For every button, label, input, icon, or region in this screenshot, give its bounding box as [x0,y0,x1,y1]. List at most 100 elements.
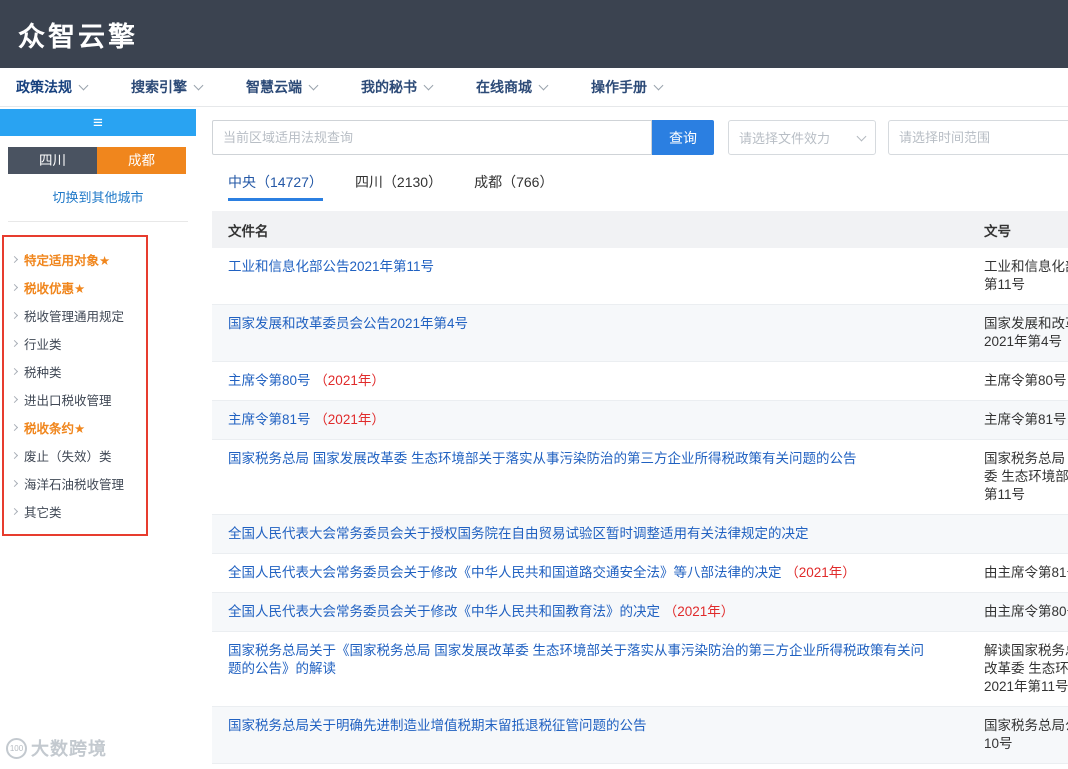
doc-number-cell: 由主席令第80号公布 [984,604,1068,619]
table-row: 全国人民代表大会常务委员会关于授权国务院在自由贸易试验区暂时调整适用有关法律规定… [212,515,1068,554]
result-tab[interactable]: 四川（2130） [355,172,442,201]
doc-title-cell: 国家发展和改革委员会公告2021年第4号 [212,315,972,351]
table-row: 主席令第81号 （2021年） 主席令第81号 [212,401,1068,440]
category-item[interactable]: 特定适用对象★ [4,245,146,273]
chevron-right-icon [10,395,19,403]
table-row: 国家税务总局 国家发展改革委 生态环境部关于落实从事污染防治的第三方企业所得税政… [212,440,1068,515]
table-row: 国家税务总局关于明确先进制造业增值税期末留抵退税征管问题的公告 国家税务总局公告… [212,707,1068,764]
result-tab[interactable]: 中央（14727） [228,172,323,201]
doc-title-cell: 全国人民代表大会常务委员会关于修改《中华人民共和国道路交通安全法》等八部法律的决… [212,564,972,582]
doc-title-cell: 国家税务总局 国家发展改革委 生态环境部关于落实从事污染防治的第三方企业所得税政… [212,450,972,504]
doc-title-cell: 国家税务总局关于明确先进制造业增值税期末留抵退税征管问题的公告 [212,717,972,753]
category-label: 进出口税收管理 [24,393,112,408]
nav-item-label: 操作手册 [591,79,647,95]
category-item[interactable]: 税种类 [4,357,146,385]
main-nav: 政策法规 搜索引擎 智慧云端 我的秘书 在线商城 操作手册 [0,68,1068,107]
category-item[interactable]: 税收优惠★ [4,273,146,301]
watermark-badge-icon: 100 [6,737,27,759]
doc-number-cell: 工业和信息化部公告2021年第11号 [984,259,1068,292]
category-item[interactable]: 税收条约★ [4,413,146,441]
chevron-down-icon [423,80,434,91]
chevron-right-icon [10,283,19,291]
doc-title-link[interactable]: 全国人民代表大会常务委员会关于修改《中华人民共和国教育法》的决定 [228,604,660,619]
category-label: 税收条约★ [24,421,86,436]
category-item[interactable]: 废止（失效）类 [4,441,146,469]
nav-item[interactable]: 操作手册 [591,77,664,97]
doc-year-label: （2021年） [785,565,856,580]
table-row: 主席令第80号 （2021年） 主席令第80号 [212,362,1068,401]
chevron-right-icon [10,255,19,263]
switch-city-wrap: 切换到其他城市 [8,174,188,222]
watermark-label: 大数跨境 [31,739,107,759]
results-table: 文件名 文号 工业和信息化部公告2021年第11号 工业和信息化部公告2021年… [212,211,1068,764]
nav-item-label: 我的秘书 [361,79,417,95]
doc-title-cell: 主席令第80号 （2021年） [212,372,972,390]
doc-number-cell: 主席令第81号 [984,412,1067,427]
doc-title-link[interactable]: 国家税务总局 国家发展改革委 生态环境部关于落实从事污染防治的第三方企业所得税政… [228,451,857,466]
content-area: ≡ 四川 成都 切换到其他城市 特定适用对象★ 税收优惠★ 税收管理通用规定 行业… [0,107,1068,769]
doc-title-cell: 全国人民代表大会常务委员会关于授权国务院在自由贸易试验区暂时调整适用有关法律规定… [212,525,972,543]
result-tab[interactable]: 成都（766） [474,172,553,201]
doc-title-link[interactable]: 主席令第81号 [228,412,311,427]
file-effect-select[interactable]: 请选择文件效力 [728,120,876,155]
category-label: 税收优惠★ [24,281,86,296]
chevron-down-icon [193,80,204,91]
main-content: 查询 请选择文件效力 中央（14727） 四川（2130） 成都（766） 文件名 … [196,107,1068,769]
chevron-down-icon [856,131,867,141]
file-effect-placeholder: 请选择文件效力 [739,131,831,146]
doc-title-link[interactable]: 国家税务总局关于《国家税务总局 国家发展改革委 生态环境部关于落实从事污染防治的… [228,643,924,676]
chevron-right-icon [10,367,19,375]
category-label: 行业类 [24,337,62,352]
time-range-input[interactable] [888,120,1068,155]
switch-city-link[interactable]: 切换到其他城市 [52,190,143,205]
doc-title-link[interactable]: 全国人民代表大会常务委员会关于修改《中华人民共和国道路交通安全法》等八部法律的决… [228,565,782,580]
nav-item[interactable]: 在线商城 [476,77,549,97]
table-row: 工业和信息化部公告2021年第11号 工业和信息化部公告2021年第11号 [212,248,1068,305]
search-bar: 查询 请选择文件效力 [212,120,1068,155]
col-header-number: 文号 [984,223,1011,239]
nav-item-label: 在线商城 [476,79,532,95]
nav-item[interactable]: 智慧云端 [246,77,319,97]
category-item[interactable]: 海洋石油税收管理 [4,469,146,497]
category-label: 其它类 [24,505,62,520]
region-tabs: 四川 成都 [8,147,186,174]
doc-title-link[interactable]: 主席令第80号 [228,373,311,388]
category-item[interactable]: 其它类 [4,497,146,525]
sidebar-collapse-bar[interactable]: ≡ [0,109,196,136]
chevron-right-icon [10,311,19,319]
col-header-title: 文件名 [228,223,269,239]
doc-title-link[interactable]: 工业和信息化部公告2021年第11号 [228,259,434,274]
doc-title-link[interactable]: 国家发展和改革委员会公告2021年第4号 [228,316,468,331]
category-label: 废止（失效）类 [24,449,112,464]
category-item[interactable]: 税收管理通用规定 [4,301,146,329]
region-tab[interactable]: 四川 [8,147,97,174]
chevron-down-icon [538,80,549,91]
doc-year-label: （2021年） [663,604,735,619]
search-input[interactable] [212,120,652,155]
watermark: 100 大数跨境 [6,735,107,761]
nav-item[interactable]: 我的秘书 [361,77,434,97]
doc-title-cell: 工业和信息化部公告2021年第11号 [212,258,972,294]
menu-icon: ≡ [93,113,103,132]
region-tab[interactable]: 成都 [97,147,186,174]
category-item[interactable]: 行业类 [4,329,146,357]
nav-item[interactable]: 政策法规 [16,77,89,97]
doc-number-cell: 国家税务总局公告2021年第10号 [984,718,1068,751]
doc-number-cell: 国家税务总局 国家发展改革委 生态环境部公告2021年第11号 [984,451,1068,502]
table-row: 全国人民代表大会常务委员会关于修改《中华人民共和国教育法》的决定 （2021年）… [212,593,1068,632]
doc-title-cell: 国家税务总局关于《国家税务总局 国家发展改革委 生态环境部关于落实从事污染防治的… [212,642,972,696]
chevron-right-icon [10,479,19,487]
doc-title-link[interactable]: 全国人民代表大会常务委员会关于授权国务院在自由贸易试验区暂时调整适用有关法律规定… [228,526,809,541]
doc-year-label: （2021年） [314,412,385,427]
chevron-down-icon [308,80,319,91]
doc-title-link[interactable]: 国家税务总局关于明确先进制造业增值税期末留抵退税征管问题的公告 [228,718,647,733]
table-header-row: 文件名 文号 [212,211,1068,248]
chevron-right-icon [10,339,19,347]
category-item[interactable]: 进出口税收管理 [4,385,146,413]
search-button[interactable]: 查询 [652,120,714,155]
app-header: 众智云擎 [0,0,1068,68]
chevron-down-icon [78,80,89,91]
nav-item[interactable]: 搜索引擎 [131,77,204,97]
brand-logo: 众智云擎 [18,21,138,52]
chevron-right-icon [10,507,19,515]
